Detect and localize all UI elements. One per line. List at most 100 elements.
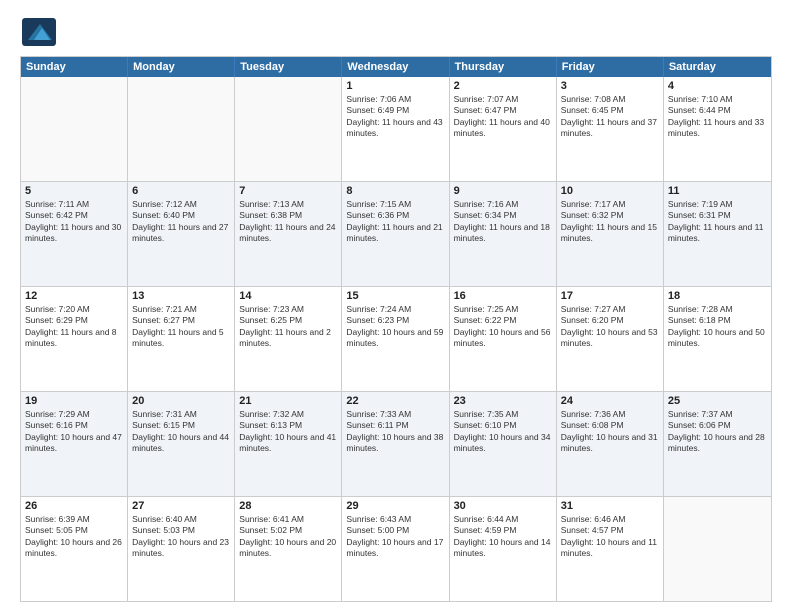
day-info: Sunrise: 7:08 AMSunset: 6:45 PMDaylight:… xyxy=(561,94,659,140)
calendar-empty-cell xyxy=(235,77,342,181)
day-info: Sunrise: 7:10 AMSunset: 6:44 PMDaylight:… xyxy=(668,94,767,140)
day-info: Sunrise: 7:17 AMSunset: 6:32 PMDaylight:… xyxy=(561,199,659,245)
header-day-friday: Friday xyxy=(557,57,664,77)
calendar-day-6: 6 Sunrise: 7:12 AMSunset: 6:40 PMDaylight… xyxy=(128,182,235,286)
calendar-day-18: 18Sunrise: 7:28 AMSunset: 6:18 PMDayligh… xyxy=(664,287,771,391)
header-day-wednesday: Wednesday xyxy=(342,57,449,77)
day-number: 22 xyxy=(346,395,444,407)
header xyxy=(20,16,772,48)
calendar-day-26: 26 Sunrise: 6:39 AMSunset: 5:05 PMDayligh… xyxy=(21,497,128,601)
day-info: Sunrise: 7:32 AMSunset: 6:13 PMDaylight:… xyxy=(239,409,337,455)
calendar-day-14: 14 Sunrise: 7:23 AMSunset: 6:25 PMDayligh… xyxy=(235,287,342,391)
day-number: 12 xyxy=(25,290,123,302)
day-number: 8 xyxy=(346,185,444,197)
day-info: Sunrise: 6:46 AMSunset: 4:57 PMDaylight:… xyxy=(561,514,659,560)
day-number: 30 xyxy=(454,500,552,512)
calendar-day-23: 23Sunrise: 7:35 AMSunset: 6:10 PMDayligh… xyxy=(450,392,557,496)
day-number: 11 xyxy=(668,185,767,197)
day-number: 18 xyxy=(668,290,767,302)
calendar-day-13: 13Sunrise: 7:21 AMSunset: 6:27 PMDayligh… xyxy=(128,287,235,391)
calendar-body: 1 Sunrise: 7:06 AMSunset: 6:49 PMDaylight… xyxy=(21,77,771,601)
calendar-day-29: 29 Sunrise: 6:43 AMSunset: 5:00 PMDayligh… xyxy=(342,497,449,601)
day-number: 29 xyxy=(346,500,444,512)
day-number: 25 xyxy=(668,395,767,407)
calendar-empty-cell xyxy=(21,77,128,181)
page: SundayMondayTuesdayWednesdayThursdayFrid… xyxy=(0,0,792,612)
calendar-day-27: 27 Sunrise: 6:40 AMSunset: 5:03 PMDayligh… xyxy=(128,497,235,601)
logo xyxy=(20,16,62,48)
day-info: Sunrise: 7:37 AMSunset: 6:06 PMDaylight:… xyxy=(668,409,767,455)
calendar-day-5: 5Sunrise: 7:11 AMSunset: 6:42 PMDaylight… xyxy=(21,182,128,286)
day-number: 19 xyxy=(25,395,123,407)
day-info: Sunrise: 7:07 AMSunset: 6:47 PMDaylight:… xyxy=(454,94,552,140)
calendar-day-7: 7Sunrise: 7:13 AMSunset: 6:38 PMDaylight… xyxy=(235,182,342,286)
day-number: 16 xyxy=(454,290,552,302)
day-number: 20 xyxy=(132,395,230,407)
calendar-day-10: 10 Sunrise: 7:17 AMSunset: 6:32 PMDayligh… xyxy=(557,182,664,286)
calendar-empty-cell xyxy=(128,77,235,181)
calendar-day-16: 16 Sunrise: 7:25 AMSunset: 6:22 PMDayligh… xyxy=(450,287,557,391)
calendar: SundayMondayTuesdayWednesdayThursdayFrid… xyxy=(20,56,772,602)
header-day-tuesday: Tuesday xyxy=(235,57,342,77)
calendar-week-2: 5Sunrise: 7:11 AMSunset: 6:42 PMDaylight… xyxy=(21,181,771,286)
calendar-day-15: 15 Sunrise: 7:24 AMSunset: 6:23 PMDayligh… xyxy=(342,287,449,391)
day-number: 4 xyxy=(668,80,767,92)
calendar-week-1: 1 Sunrise: 7:06 AMSunset: 6:49 PMDaylight… xyxy=(21,77,771,181)
calendar-day-1: 1 Sunrise: 7:06 AMSunset: 6:49 PMDaylight… xyxy=(342,77,449,181)
day-info: Sunrise: 7:12 AMSunset: 6:40 PMDaylight:… xyxy=(132,199,230,245)
calendar-day-11: 11 Sunrise: 7:19 AMSunset: 6:31 PMDayligh… xyxy=(664,182,771,286)
calendar-day-8: 8 Sunrise: 7:15 AMSunset: 6:36 PMDaylight… xyxy=(342,182,449,286)
day-info: Sunrise: 7:25 AMSunset: 6:22 PMDaylight:… xyxy=(454,304,552,350)
header-day-sunday: Sunday xyxy=(21,57,128,77)
header-day-saturday: Saturday xyxy=(664,57,771,77)
day-number: 1 xyxy=(346,80,444,92)
calendar-day-21: 21Sunrise: 7:32 AMSunset: 6:13 PMDayligh… xyxy=(235,392,342,496)
day-info: Sunrise: 6:43 AMSunset: 5:00 PMDaylight:… xyxy=(346,514,444,560)
day-number: 26 xyxy=(25,500,123,512)
calendar-day-28: 28 Sunrise: 6:41 AMSunset: 5:02 PMDayligh… xyxy=(235,497,342,601)
day-info: Sunrise: 7:36 AMSunset: 6:08 PMDaylight:… xyxy=(561,409,659,455)
day-info: Sunrise: 7:23 AMSunset: 6:25 PMDaylight:… xyxy=(239,304,337,350)
day-info: Sunrise: 7:19 AMSunset: 6:31 PMDaylight:… xyxy=(668,199,767,245)
calendar-day-25: 25 Sunrise: 7:37 AMSunset: 6:06 PMDayligh… xyxy=(664,392,771,496)
calendar-week-5: 26 Sunrise: 6:39 AMSunset: 5:05 PMDayligh… xyxy=(21,496,771,601)
day-number: 13 xyxy=(132,290,230,302)
header-day-thursday: Thursday xyxy=(450,57,557,77)
day-info: Sunrise: 7:29 AMSunset: 6:16 PMDaylight:… xyxy=(25,409,123,455)
calendar-day-19: 19 Sunrise: 7:29 AMSunset: 6:16 PMDayligh… xyxy=(21,392,128,496)
day-info: Sunrise: 7:27 AMSunset: 6:20 PMDaylight:… xyxy=(561,304,659,350)
day-number: 2 xyxy=(454,80,552,92)
day-number: 27 xyxy=(132,500,230,512)
day-info: Sunrise: 6:41 AMSunset: 5:02 PMDaylight:… xyxy=(239,514,337,560)
header-day-monday: Monday xyxy=(128,57,235,77)
day-number: 9 xyxy=(454,185,552,197)
day-info: Sunrise: 6:40 AMSunset: 5:03 PMDaylight:… xyxy=(132,514,230,560)
calendar-week-3: 12Sunrise: 7:20 AMSunset: 6:29 PMDayligh… xyxy=(21,286,771,391)
day-number: 5 xyxy=(25,185,123,197)
calendar-empty-cell xyxy=(664,497,771,601)
calendar-day-12: 12Sunrise: 7:20 AMSunset: 6:29 PMDayligh… xyxy=(21,287,128,391)
day-number: 31 xyxy=(561,500,659,512)
day-info: Sunrise: 7:35 AMSunset: 6:10 PMDaylight:… xyxy=(454,409,552,455)
day-info: Sunrise: 6:44 AMSunset: 4:59 PMDaylight:… xyxy=(454,514,552,560)
calendar-day-31: 31 Sunrise: 6:46 AMSunset: 4:57 PMDayligh… xyxy=(557,497,664,601)
day-info: Sunrise: 7:24 AMSunset: 6:23 PMDaylight:… xyxy=(346,304,444,350)
day-number: 14 xyxy=(239,290,337,302)
day-info: Sunrise: 6:39 AMSunset: 5:05 PMDaylight:… xyxy=(25,514,123,560)
day-info: Sunrise: 7:06 AMSunset: 6:49 PMDaylight:… xyxy=(346,94,444,140)
day-number: 10 xyxy=(561,185,659,197)
calendar-day-17: 17Sunrise: 7:27 AMSunset: 6:20 PMDayligh… xyxy=(557,287,664,391)
calendar-day-20: 20Sunrise: 7:31 AMSunset: 6:15 PMDayligh… xyxy=(128,392,235,496)
day-number: 15 xyxy=(346,290,444,302)
calendar-day-3: 3 Sunrise: 7:08 AMSunset: 6:45 PMDaylight… xyxy=(557,77,664,181)
calendar-header: SundayMondayTuesdayWednesdayThursdayFrid… xyxy=(21,57,771,77)
day-number: 28 xyxy=(239,500,337,512)
day-info: Sunrise: 7:15 AMSunset: 6:36 PMDaylight:… xyxy=(346,199,444,245)
day-info: Sunrise: 7:16 AMSunset: 6:34 PMDaylight:… xyxy=(454,199,552,245)
calendar-week-4: 19 Sunrise: 7:29 AMSunset: 6:16 PMDayligh… xyxy=(21,391,771,496)
calendar-day-30: 30 Sunrise: 6:44 AMSunset: 4:59 PMDayligh… xyxy=(450,497,557,601)
calendar-day-9: 9 Sunrise: 7:16 AMSunset: 6:34 PMDaylight… xyxy=(450,182,557,286)
day-number: 3 xyxy=(561,80,659,92)
day-number: 6 xyxy=(132,185,230,197)
day-number: 24 xyxy=(561,395,659,407)
